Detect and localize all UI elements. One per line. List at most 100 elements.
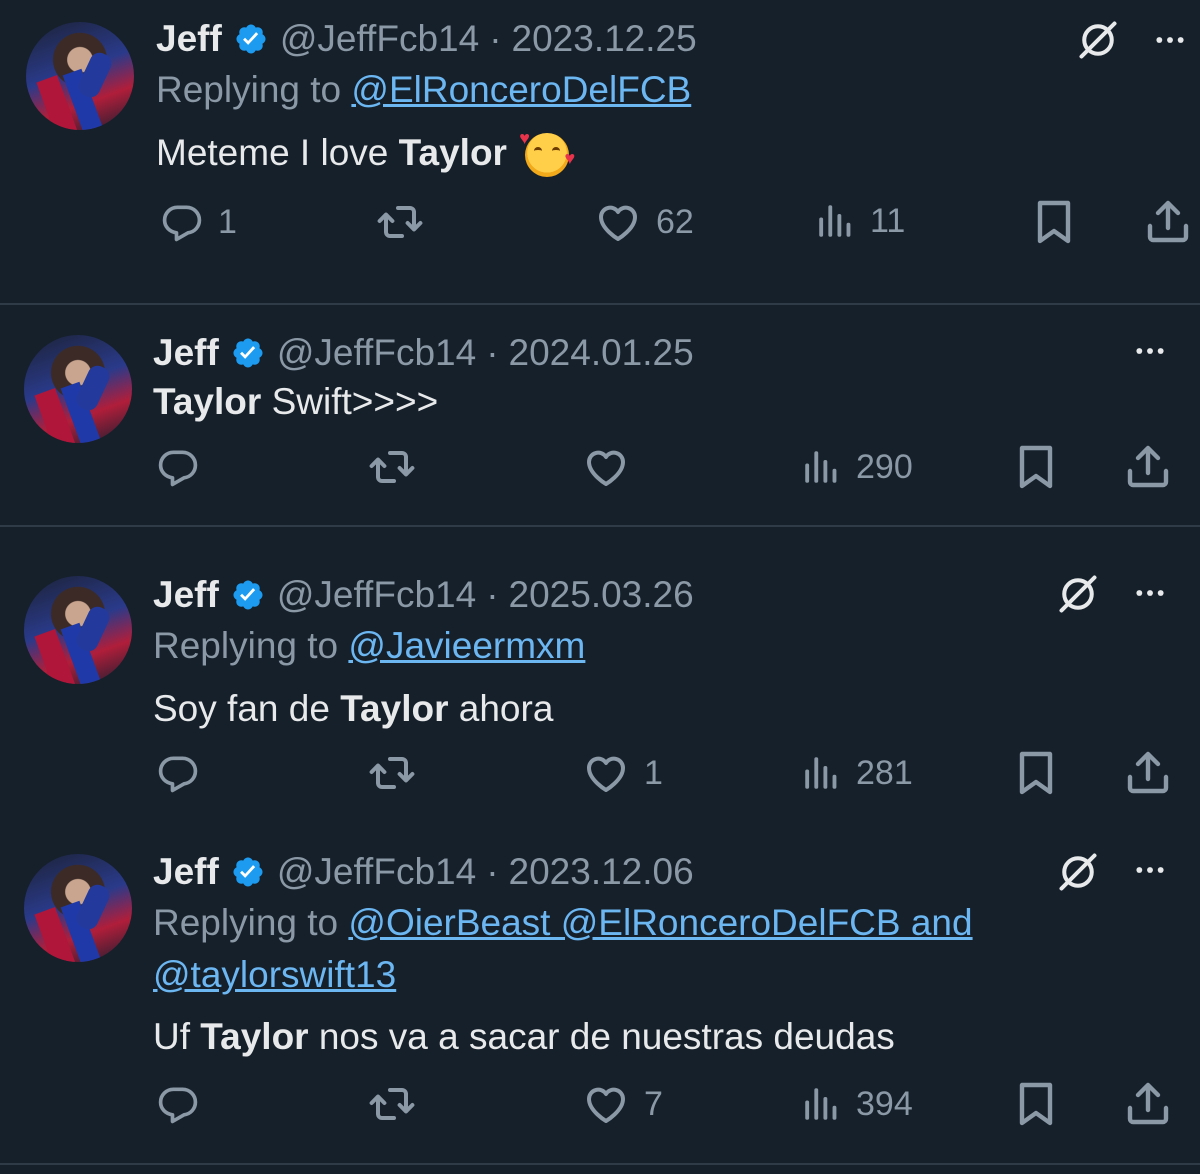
views-count: 11 <box>870 201 906 240</box>
tweet-2[interactable]: Jeff @JeffFcb14 · 2024.01.25 Taylor Swif… <box>0 305 1200 525</box>
grok-icon[interactable] <box>1056 572 1100 616</box>
bookmark-button[interactable] <box>1030 198 1078 246</box>
avatar[interactable] <box>24 576 132 684</box>
emoji-smiling-hearts-icon: ♥ ♥ <box>519 129 575 178</box>
author-handle[interactable]: @JeffFcb14 <box>277 332 476 374</box>
author-name[interactable]: Jeff <box>153 574 219 616</box>
retweet-icon <box>366 443 418 491</box>
tweet-4[interactable]: Jeff @JeffFcb14 · 2023.12.06 Replying to… <box>0 826 1200 1174</box>
retweet-button[interactable] <box>366 1080 418 1128</box>
reply-button[interactable] <box>156 751 200 795</box>
bookmark-button[interactable] <box>1012 443 1060 491</box>
reply-icon <box>156 445 200 489</box>
retweet-button[interactable] <box>366 443 418 491</box>
views-button[interactable]: 394 <box>800 1083 913 1125</box>
tweet-header: Jeff @JeffFcb14 · 2023.12.25 <box>156 18 697 60</box>
more-icon[interactable] <box>1150 24 1190 56</box>
share-button[interactable] <box>1124 749 1172 797</box>
views-button[interactable]: 290 <box>800 446 913 488</box>
tweet-header: Jeff @JeffFcb14 · 2023.12.06 <box>153 851 694 893</box>
separator: · <box>489 18 502 59</box>
more-icon[interactable] <box>1130 854 1170 886</box>
views-button[interactable]: 11 <box>814 200 905 242</box>
text-bold-segment: Taylor <box>153 381 262 422</box>
views-count: 394 <box>856 1084 913 1123</box>
replying-prefix: Replying to <box>156 69 342 110</box>
text-bold-segment: Taylor <box>200 1016 309 1057</box>
separator: · <box>486 332 499 373</box>
text-segment: Soy fan de <box>153 688 330 729</box>
replying-to-link[interactable]: @Javieermxm <box>348 625 585 666</box>
share-button[interactable] <box>1124 1080 1172 1128</box>
more-icon[interactable] <box>1130 577 1170 609</box>
author-handle[interactable]: @JeffFcb14 <box>280 18 479 60</box>
verified-badge-icon <box>234 22 268 56</box>
replying-to-link[interactable]: @taylorswift13 <box>153 954 396 995</box>
reply-icon <box>160 200 204 244</box>
author-handle[interactable]: @JeffFcb14 <box>277 851 476 893</box>
like-button[interactable]: 62 <box>594 198 694 246</box>
replying-to: Replying to @ElRonceroDelFCB <box>156 64 691 116</box>
views-button[interactable]: 281 <box>800 752 913 794</box>
reply-button[interactable]: 1 <box>160 200 237 244</box>
avatar[interactable] <box>26 22 134 130</box>
text-segment: Uf <box>153 1016 190 1057</box>
like-button[interactable] <box>582 443 630 491</box>
avatar[interactable] <box>24 335 132 443</box>
like-count: 7 <box>644 1084 663 1123</box>
bookmark-icon <box>1030 198 1078 246</box>
bookmark-icon <box>1012 749 1060 797</box>
retweet-button[interactable] <box>374 198 426 246</box>
views-icon <box>800 446 842 488</box>
tweet-3[interactable]: Jeff @JeffFcb14 · 2025.03.26 Replying to… <box>0 548 1200 838</box>
author-handle[interactable]: @JeffFcb14 <box>277 574 476 616</box>
text-segment: nos va a sacar de nuestras deudas <box>318 1016 895 1057</box>
bookmark-button[interactable] <box>1012 1080 1060 1128</box>
grok-icon[interactable] <box>1056 850 1100 894</box>
like-button[interactable]: 7 <box>582 1080 663 1128</box>
retweet-button[interactable] <box>366 749 418 797</box>
reply-button[interactable] <box>156 445 200 489</box>
text-bold-segment: Taylor <box>398 132 507 173</box>
tweet-text: Uf Taylor nos va a sacar de nuestras deu… <box>153 1016 895 1058</box>
reply-count: 1 <box>218 202 237 241</box>
more-icon[interactable] <box>1130 335 1170 367</box>
share-button[interactable] <box>1144 198 1192 246</box>
grok-icon[interactable] <box>1076 18 1120 62</box>
share-icon <box>1124 749 1172 797</box>
replying-to-links[interactable]: @OierBeast @ElRonceroDelFCB and <box>348 902 972 943</box>
tweet-date[interactable]: 2024.01.25 <box>509 332 694 374</box>
tweet-1[interactable]: Jeff @JeffFcb14 · 2023.12.25 Replying to… <box>0 0 1200 303</box>
reply-button[interactable] <box>156 1082 200 1126</box>
tweet-date[interactable]: 2023.12.06 <box>509 851 694 893</box>
tweet-date[interactable]: 2025.03.26 <box>509 574 694 616</box>
views-icon <box>814 200 856 242</box>
like-button[interactable]: 1 <box>582 749 663 797</box>
author-name[interactable]: Jeff <box>153 332 219 374</box>
retweet-icon <box>366 749 418 797</box>
share-icon <box>1124 443 1172 491</box>
bookmark-button[interactable] <box>1012 749 1060 797</box>
avatar[interactable] <box>24 854 132 962</box>
tweet-date[interactable]: 2023.12.25 <box>512 18 697 60</box>
reply-icon <box>156 751 200 795</box>
share-button[interactable] <box>1124 443 1172 491</box>
tweet-header: Jeff @JeffFcb14 · 2025.03.26 <box>153 574 694 616</box>
like-icon <box>582 1080 630 1128</box>
tweet-text: Taylor Swift>>>> <box>153 381 438 423</box>
author-name[interactable]: Jeff <box>156 18 222 60</box>
replying-to-link[interactable]: @ElRonceroDelFCB <box>351 69 691 110</box>
views-count: 281 <box>856 753 913 792</box>
verified-badge-icon <box>231 578 265 612</box>
replying-to: Replying to @Javieermxm <box>153 620 585 672</box>
like-count: 62 <box>656 202 694 241</box>
reply-icon <box>156 1082 200 1126</box>
retweet-icon <box>366 1080 418 1128</box>
views-icon <box>800 1083 842 1125</box>
replying-prefix: Replying to <box>153 625 339 666</box>
share-icon <box>1124 1080 1172 1128</box>
like-icon <box>582 749 630 797</box>
bookmark-icon <box>1012 443 1060 491</box>
author-name[interactable]: Jeff <box>153 851 219 893</box>
tweet-text: Soy fan de Taylor ahora <box>153 688 553 730</box>
